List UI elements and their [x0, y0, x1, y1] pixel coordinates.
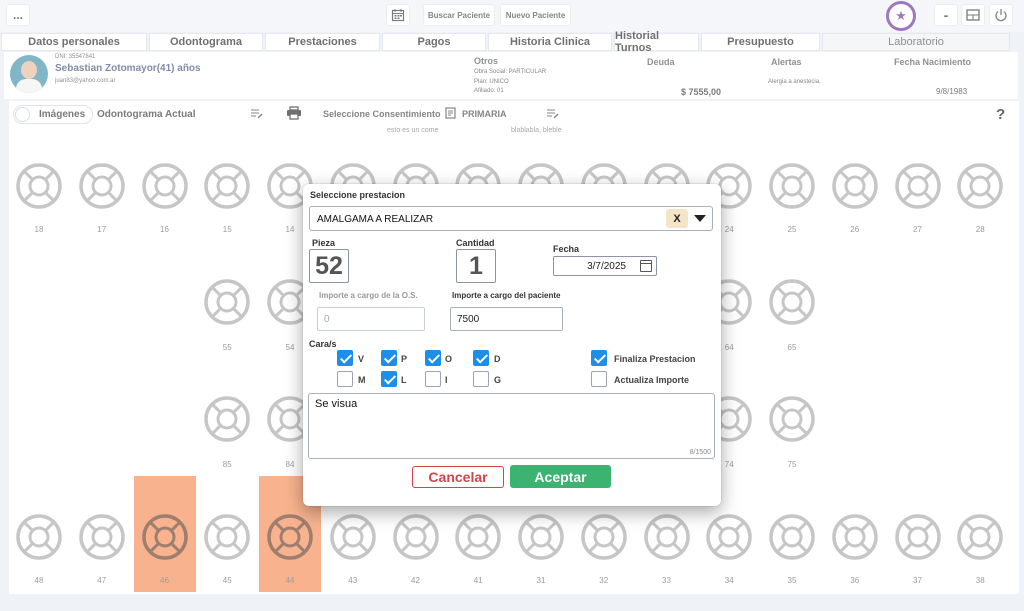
actualiza-label: Actualiza Importe [614, 375, 690, 385]
importe-paciente-label: Importe a cargo del paciente [452, 291, 561, 300]
cara-g-checkbox[interactable] [473, 371, 489, 387]
observaciones-value: Se visua [315, 398, 358, 410]
accept-button[interactable]: Aceptar [510, 465, 611, 488]
actualiza-checkbox[interactable] [591, 371, 607, 387]
importe-paciente-value: 7500 [457, 314, 480, 325]
fecha-field[interactable]: 3/7/2025 [553, 256, 657, 276]
cara-d-checkbox[interactable] [473, 350, 489, 366]
prestacion-select[interactable]: AMALGAMA A REALIZAR X [309, 206, 713, 231]
cancel-button[interactable]: Cancelar [412, 466, 504, 488]
cara-v-checkbox[interactable] [337, 350, 353, 366]
prestacion-value: AMALGAMA A REALIZAR [317, 214, 434, 225]
pieza-field[interactable]: 52 [309, 249, 349, 283]
cara-l-checkbox[interactable] [381, 371, 397, 387]
observaciones-textarea[interactable]: Se visua 8/1500 [308, 393, 715, 459]
cara-g-label: G [494, 375, 502, 385]
cara-m-label: M [358, 375, 366, 385]
finaliza-checkbox[interactable] [591, 350, 607, 366]
fecha-value: 3/7/2025 [587, 261, 626, 272]
importe-paciente-field[interactable]: 7500 [450, 307, 563, 331]
cara-d-label: D [494, 354, 501, 364]
prestacion-modal: Seleccione prestacion AMALGAMA A REALIZA… [303, 184, 721, 506]
cara-m-checkbox[interactable] [337, 371, 353, 387]
cara-v-label: V [358, 354, 365, 364]
cara-l-label: L [401, 375, 407, 385]
fecha-label: Fecha [553, 244, 580, 254]
calendar-icon[interactable] [640, 260, 652, 272]
chevron-down-icon[interactable] [694, 215, 706, 222]
cara-p-checkbox[interactable] [381, 350, 397, 366]
importe-os-value: 0 [324, 314, 330, 325]
cara-o-checkbox[interactable] [425, 350, 441, 366]
cara-i-checkbox[interactable] [425, 371, 441, 387]
char-counter: 8/1500 [689, 449, 711, 456]
cara-i-label: I [445, 375, 448, 385]
cara-p-label: P [401, 354, 408, 364]
importe-os-label: Importe a cargo de la O.S. [319, 291, 418, 300]
cantidad-label: Cantidad [456, 238, 495, 248]
cara-o-label: O [445, 354, 453, 364]
importe-os-field: 0 [317, 307, 425, 331]
finaliza-label: Finaliza Prestacion [614, 354, 696, 364]
cantidad-field[interactable]: 1 [456, 249, 496, 283]
clear-icon[interactable]: X [666, 209, 688, 228]
pieza-label: Pieza [312, 238, 336, 248]
modal-title: Seleccione prestacion [310, 190, 406, 200]
caras-label: Cara/s [309, 339, 337, 349]
